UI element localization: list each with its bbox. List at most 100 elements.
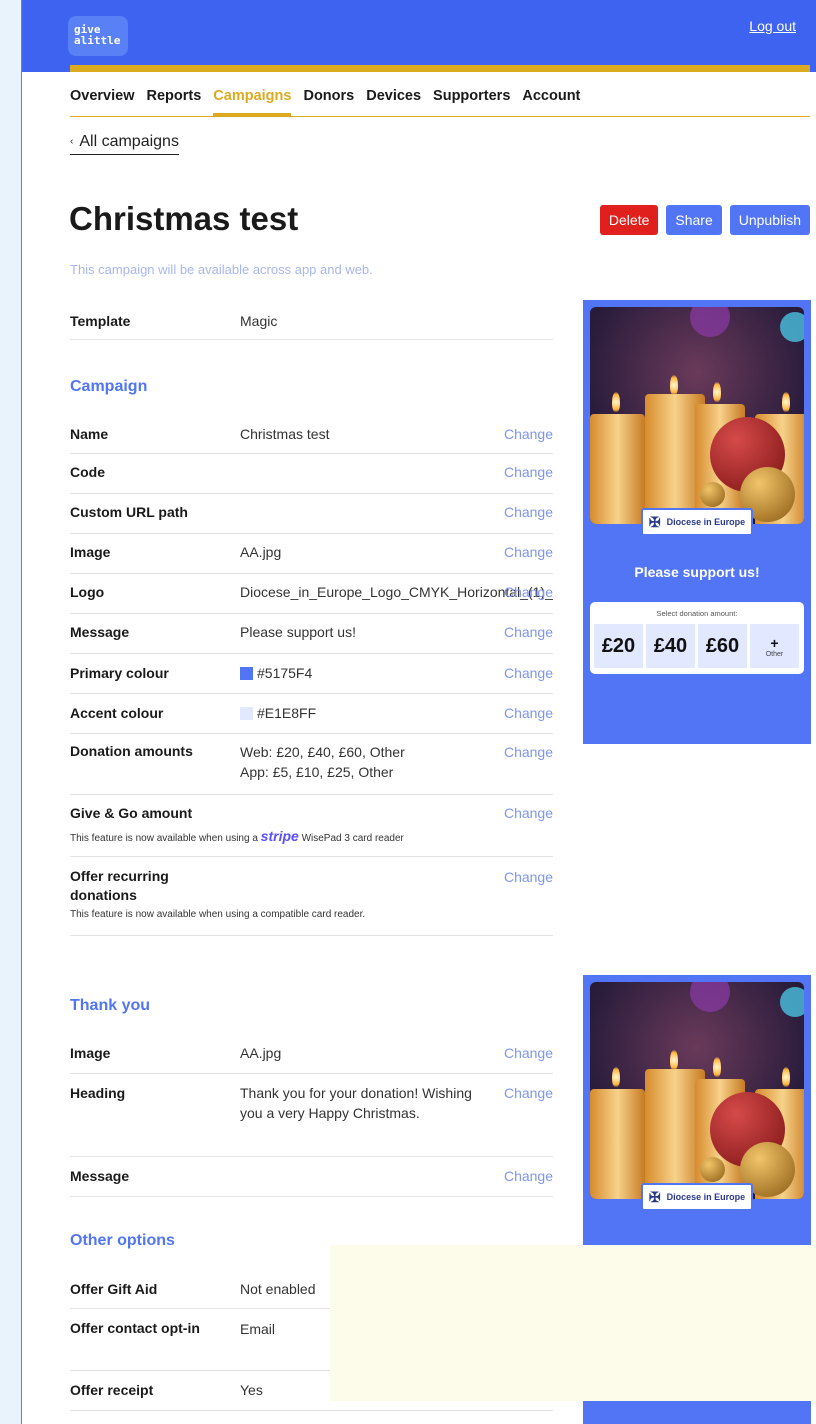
thank-you-image-row: Image AA.jpg Change [70,1034,553,1074]
campaign-code-row: Code Change [70,454,553,494]
primary-colour-row: Primary colour #5175F4 Change [70,654,553,694]
donation-amounts-row: Donation amounts Web: £20, £40, £60, Oth… [70,734,553,795]
campaign-name-row: Name Christmas test Change [70,414,553,454]
change-thank-you-message-link[interactable]: Change [504,1167,553,1186]
accent-colour-hex: #E1E8FF [257,705,317,721]
page-title: Christmas test [69,200,299,237]
preview-other-label: Other [765,650,784,658]
accent-colour-swatch [240,707,253,720]
thank-you-image-label: Image [70,1045,111,1061]
logout-link[interactable]: Log out [749,18,796,34]
recurring-label: Offer recurring donations [70,868,169,903]
change-thank-you-heading-link[interactable]: Change [504,1084,553,1103]
give-go-note-post: WisePad 3 card reader [301,833,404,844]
change-code-link[interactable]: Change [504,463,553,482]
campaign-image-value: AA.jpg [240,544,282,560]
template-value: Magic [240,313,278,329]
thank-you-message-label: Message [70,1168,130,1184]
change-logo-link[interactable]: Change [504,583,553,602]
change-donation-amounts-link[interactable]: Change [504,743,553,762]
thank-you-logo-badge: ✠ Diocese in Europe [641,1183,753,1211]
preview-select-label: Select donation amount: [656,609,738,618]
primary-colour-value: #5175F4 [240,663,500,683]
nav-supporters[interactable]: Supporters [433,80,510,116]
campaign-code-label: Code [70,464,105,480]
preview-amounts: £20 £40 £60 + Other [594,624,799,668]
give-a-little-logo[interactable]: give alittle [68,16,128,56]
donation-amounts-label: Donation amounts [70,743,193,759]
campaign-image-label: Image [70,544,111,560]
donation-amounts-web: Web: £20, £40, £60, Other [240,744,405,760]
thank-you-image-value: AA.jpg [240,1045,282,1061]
nav-reports[interactable]: Reports [147,80,202,116]
stripe-logo: stripe [260,828,299,844]
main-nav: Overview Reports Campaigns Donors Device… [70,80,810,117]
campaign-name-label: Name [70,426,109,442]
top-bar-accent [70,65,810,72]
chevron-left-icon: ‹ [70,136,74,147]
unpublish-button[interactable]: Unpublish [729,205,810,235]
nav-campaigns[interactable]: Campaigns [213,80,292,116]
change-url-link[interactable]: Change [504,503,553,522]
preview-logo-name: Diocese in Europe [666,517,746,527]
all-campaigns-link[interactable]: ‹ All campaigns [70,133,179,155]
thank-you-logo-name: Diocese in Europe [666,1192,746,1202]
campaign-logo-row: Logo Diocese_in_Europe_Logo_CMYK_Horizon… [70,574,553,614]
receipt-label: Offer receipt [70,1382,154,1398]
change-thank-you-image-link[interactable]: Change [504,1044,553,1063]
window-left-edge [0,0,22,1424]
other-options-section-title: Other options [70,1232,175,1249]
custom-url-label: Custom URL path [70,504,188,520]
primary-colour-label: Primary colour [70,665,169,681]
campaign-preview-image [590,307,804,524]
template-label: Template [70,313,131,329]
preview-amount-2: £40 [646,624,695,668]
give-go-note-pre: This feature is now available when using… [70,833,258,844]
accent-colour-value: #E1E8FF [240,703,500,723]
accent-colour-row: Accent colour #E1E8FF Change [70,694,553,734]
donation-amounts-app: App: £5, £10, £25, Other [240,764,394,780]
preview-amount-card: Select donation amount: £20 £40 £60 + Oth… [590,602,804,674]
thank-you-section-title: Thank you [70,997,151,1014]
campaign-message-row: Message Please support us! Change [70,614,553,654]
gift-aid-label: Offer Gift Aid [70,1281,158,1297]
campaign-message-label: Message [70,624,130,640]
give-go-row: Give & Go amount Change This feature is … [70,795,553,857]
thank-you-preview-image [590,982,804,1199]
plus-icon: + [770,634,779,651]
change-accent-colour-link[interactable]: Change [504,704,553,723]
give-go-note: This feature is now available when using… [70,828,404,844]
change-name-link[interactable]: Change [504,425,553,444]
share-button[interactable]: Share [666,205,722,235]
preview-message: Please support us! [634,564,760,580]
contact-optin-label: Offer contact opt-in [70,1320,200,1336]
accent-colour-label: Accent colour [70,705,164,721]
preview-amount-1: £20 [594,624,643,668]
preview-amount-3: £60 [698,624,747,668]
nav-donors[interactable]: Donors [303,80,354,116]
change-recurring-link[interactable]: Change [504,868,553,887]
campaign-preview: ✠ Diocese in Europe Please support us! Se… [583,300,811,744]
top-bar [22,0,816,72]
delete-button[interactable]: Delete [599,205,659,235]
change-primary-colour-link[interactable]: Change [504,664,553,683]
thank-you-message-row: Message Change [70,1157,553,1197]
change-message-link[interactable]: Change [504,623,553,642]
campaign-image-row: Image AA.jpg Change [70,534,553,574]
thank-you-heading-row: Heading Thank you for your donation! Wis… [70,1074,553,1157]
thank-you-heading-value: Thank you for your donation! Wishing you… [240,1085,472,1121]
preview-logo-badge: ✠ Diocese in Europe [641,508,753,536]
diocese-cross-icon: ✠ [648,513,661,530]
recurring-note: This feature is now available when using… [70,909,366,920]
campaign-section-title: Campaign [70,378,148,395]
primary-colour-hex: #5175F4 [257,665,313,681]
diocese-cross-icon: ✠ [648,1188,661,1205]
nav-devices[interactable]: Devices [366,80,421,116]
nav-account[interactable]: Account [522,80,580,116]
all-campaigns-label: All campaigns [79,133,179,150]
nav-overview[interactable]: Overview [70,80,135,116]
change-image-link[interactable]: Change [504,543,553,562]
template-row: Template Magic [70,304,553,340]
page-subtitle: This campaign will be available across a… [70,262,373,277]
change-give-go-link[interactable]: Change [504,804,553,823]
